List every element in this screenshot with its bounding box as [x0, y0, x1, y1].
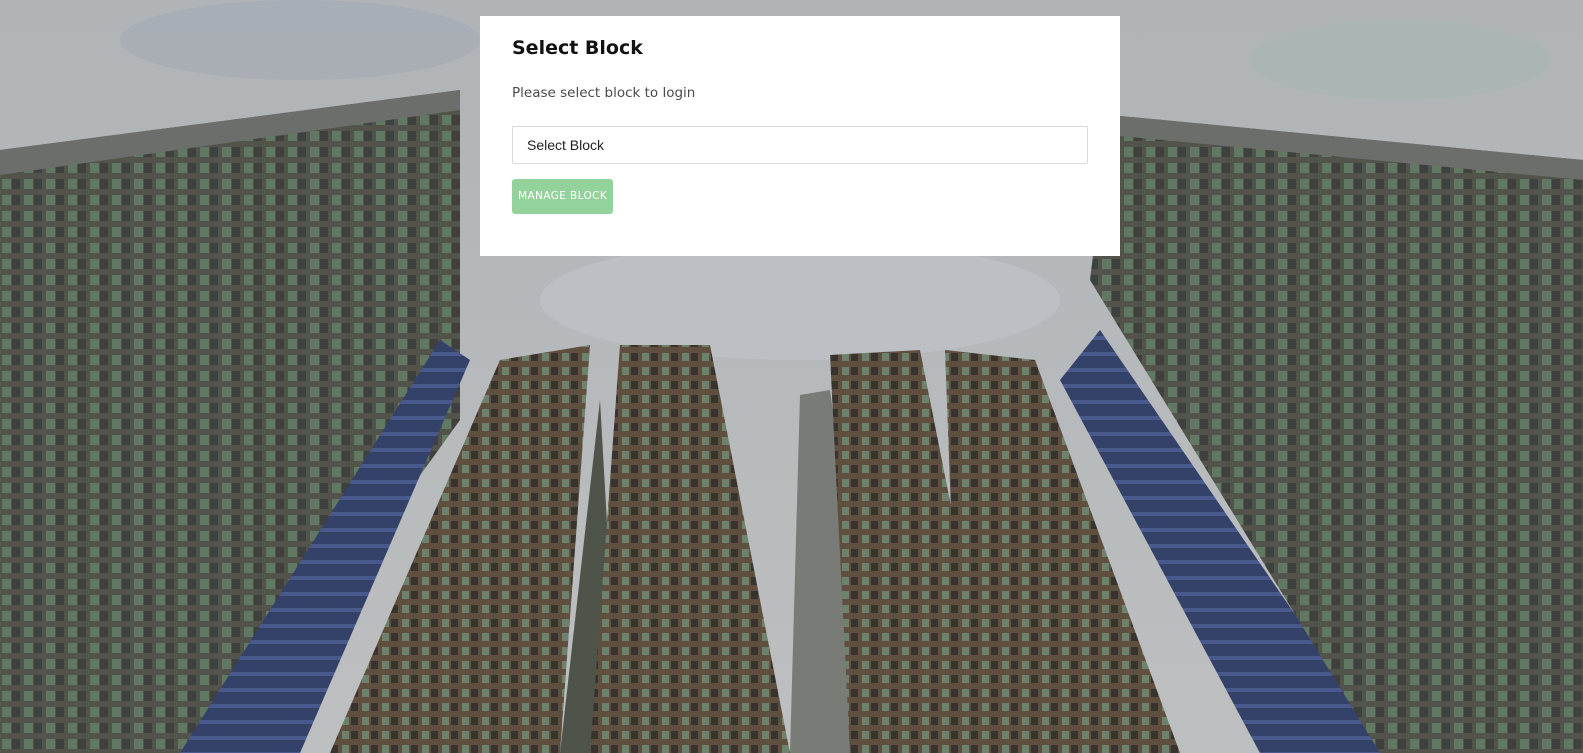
select-block-card: Select Block Please select block to logi…: [480, 16, 1120, 256]
card-title: Select Block: [512, 37, 643, 59]
block-select[interactable]: Select Block: [512, 126, 1088, 164]
manage-block-button[interactable]: MANAGE BLOCK: [512, 179, 614, 214]
card-subtitle: Please select block to login: [512, 85, 696, 101]
